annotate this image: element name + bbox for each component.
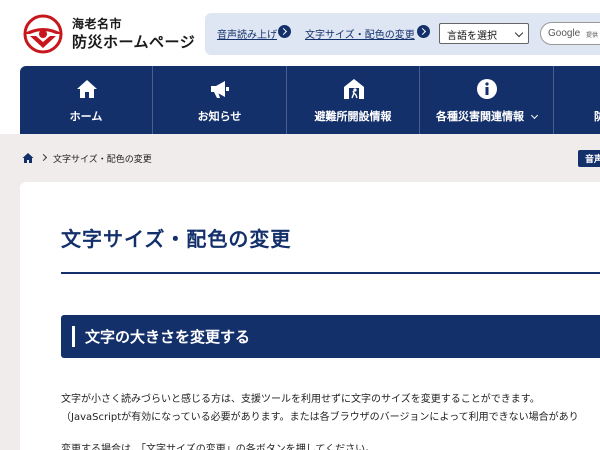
google-search-brand: Google	[548, 28, 581, 39]
home-icon	[77, 80, 97, 98]
nav-item-label: 各種災害関連情報	[420, 108, 553, 124]
body-paragraph: 文字が小さく読みづらいと感じる方は、支援ツールを利用せずに文字のサイズを変更する…	[61, 394, 540, 405]
nav-item-label: 避難所開設情報	[314, 110, 392, 123]
nav-item-home[interactable]: ホーム	[20, 66, 153, 134]
breadcrumb-current: 文字サイズ・配色の変更	[53, 155, 152, 165]
arrow-right-icon	[417, 25, 430, 38]
page-title: 文字サイズ・配色の変更	[61, 227, 292, 251]
utility-bar: 音声読み上げ 文字サイズ・配色の変更 言語を選択 Google 提供	[205, 13, 600, 55]
heading-accent-bar	[72, 326, 75, 347]
arrow-right-icon	[278, 25, 291, 38]
megaphone-icon	[211, 81, 229, 98]
nav-item-label: お知らせ	[197, 110, 242, 123]
title-divider	[61, 272, 600, 274]
section-heading-text: 文字の大きさを変更する	[85, 328, 251, 346]
site-logo[interactable]: 海老名市 防災ホームページ	[20, 14, 200, 54]
search-input[interactable]: Google 提供	[540, 22, 600, 45]
language-select[interactable]: 言語を選択	[439, 23, 529, 44]
city-emblem-icon	[23, 14, 63, 54]
font-color-link[interactable]: 文字サイズ・配色の変更	[305, 26, 415, 41]
info-icon	[477, 79, 497, 99]
language-select-value: 言語を選択	[447, 31, 497, 42]
nav-item-disaster-info[interactable]: 各種災害関連情報	[420, 66, 554, 134]
section-heading: 文字の大きさを変更する	[61, 315, 600, 358]
read-aloud-button[interactable]: 音声	[578, 150, 600, 167]
logo-site-name: 防災ホームページ	[72, 33, 196, 51]
nav-item-label: 防	[594, 110, 600, 123]
home-icon[interactable]	[22, 152, 34, 164]
chevron-down-icon	[530, 111, 539, 120]
site-header: 海老名市 防災ホームページ 音声読み上げ 文字サイズ・配色の変更 言語を選択 G…	[0, 0, 600, 64]
global-nav: ホーム お知らせ 避難所開設情報 各種災害関連情報 防	[20, 66, 600, 134]
nav-item-partial[interactable]: 防	[554, 66, 600, 134]
body-paragraph: 変更する場合は、「文字サイズの変更」の各ボタンを押してください。	[61, 444, 376, 450]
shelter-icon	[344, 79, 364, 99]
search-provider-label: 提供	[586, 32, 599, 39]
read-aloud-link[interactable]: 音声読み上げ	[217, 26, 277, 41]
chevron-down-icon	[514, 28, 524, 38]
logo-city-name: 海老名市	[72, 17, 123, 31]
nav-item-label: ホーム	[69, 110, 103, 123]
nav-item-news[interactable]: お知らせ	[153, 66, 287, 134]
body-paragraph: （JavaScriptが有効になっている必要があります。または各ブラウザのバージ…	[61, 412, 579, 423]
nav-item-shelter[interactable]: 避難所開設情報	[287, 66, 420, 134]
